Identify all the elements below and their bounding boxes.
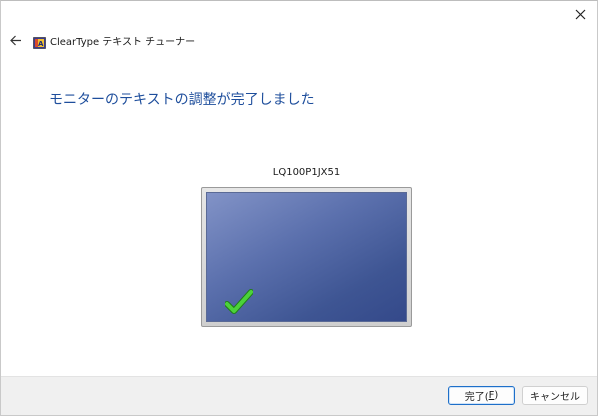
arrow-left-icon	[10, 35, 21, 45]
finish-button[interactable]: 完了(F)	[448, 386, 515, 405]
cleartype-tuner-window: A ClearType テキスト チューナー モニターのテキストの調整が完了しま…	[0, 0, 598, 416]
monitor-screen	[206, 192, 407, 322]
page-title: モニターのテキストの調整が完了しました	[49, 92, 315, 108]
cancel-button-label: キャンセル	[530, 392, 580, 403]
finish-button-label: 完了(	[464, 392, 489, 403]
back-button[interactable]	[7, 31, 25, 49]
cleartype-icon: A	[33, 34, 46, 49]
close-button[interactable]	[567, 3, 593, 25]
monitor-illustration	[201, 187, 412, 327]
monitor-name: LQ100P1JX51	[272, 167, 341, 178]
finish-button-suffix: )	[494, 390, 499, 401]
cancel-button[interactable]: キャンセル	[522, 386, 588, 405]
footer-bar: 完了(F) キャンセル	[1, 376, 597, 415]
close-icon	[575, 9, 585, 19]
app-title: ClearType テキスト チューナー	[50, 36, 196, 48]
title-bar: A ClearType テキスト チューナー	[7, 30, 195, 50]
checkmark-icon	[225, 289, 253, 314]
svg-text:A: A	[38, 40, 44, 48]
